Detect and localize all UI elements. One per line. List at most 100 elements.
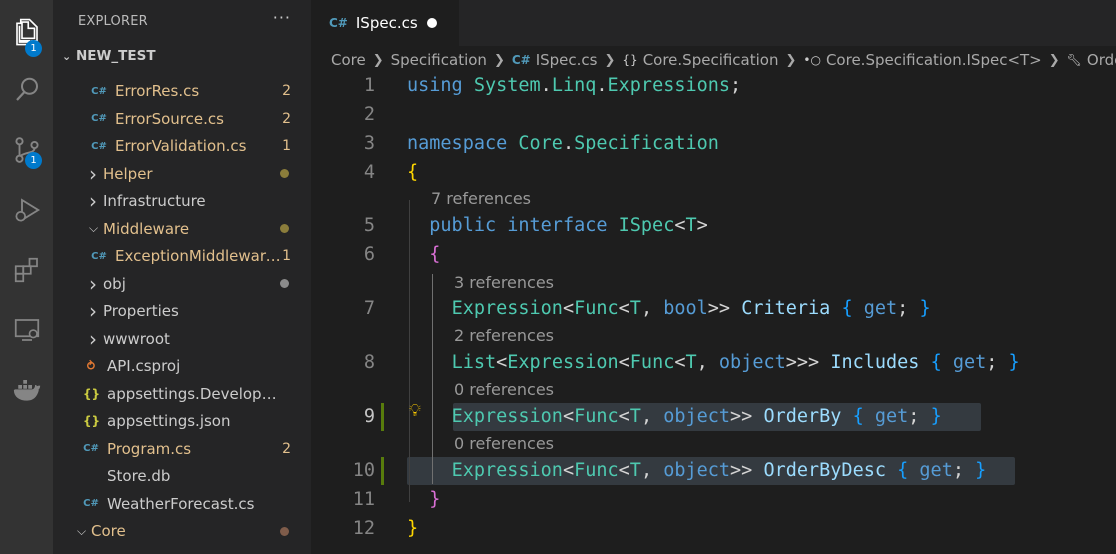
run-debug-icon[interactable] [0, 186, 53, 234]
line-number: 8 [363, 352, 375, 373]
modified-dot-icon [280, 526, 289, 536]
explorer-icon[interactable]: 1 [0, 8, 53, 57]
codelens-references[interactable]: 0 references [454, 380, 554, 399]
namespace-icon: {} [622, 53, 638, 67]
code-line-10: Expression<Func<T, object>> OrderByDesc … [451, 460, 987, 481]
remote-explorer-icon[interactable] [0, 306, 53, 354]
problem-count-badge: 2 [282, 440, 291, 457]
tree-item-label: obj [103, 274, 126, 293]
tree-folder[interactable]: › Infrastructure [53, 188, 311, 214]
code-line-6: { [429, 244, 441, 265]
tree-file[interactable]: {} appsettings.json [53, 408, 311, 434]
breadcrumb-item[interactable]: Specification [391, 51, 487, 69]
chevron-down-icon: ⌄ [62, 49, 72, 63]
sidebar-title: EXPLORER [78, 14, 148, 29]
line-number: 5 [363, 215, 375, 236]
scm-badge: 1 [25, 152, 42, 169]
tree-folder[interactable]: › obj [53, 271, 311, 297]
line-number: 6 [363, 244, 375, 265]
source-control-icon[interactable]: 1 [0, 126, 53, 174]
tree-item-label: API.csproj [107, 357, 181, 375]
tab-bar: C# ISpec.cs [311, 0, 1116, 46]
chevron-down-icon: ⌵ [77, 523, 87, 538]
code-line-3: namespace Core.Specification [407, 133, 719, 154]
problem-count-badge: 1 [282, 248, 291, 264]
search-icon[interactable] [0, 66, 53, 114]
breadcrumb-item[interactable]: Core [331, 51, 366, 69]
csharp-file-icon: C# [83, 498, 99, 509]
csharp-file-icon: C# [91, 250, 107, 262]
tree-item-label: Program.cs [107, 439, 192, 458]
modified-dot-icon [280, 279, 289, 288]
tree-file[interactable]: C# ExceptionMiddleware.cs 1 [53, 243, 311, 269]
problem-count-badge: 2 [282, 83, 291, 99]
tree-folder[interactable]: › wwwroot [53, 326, 311, 352]
line-number: 1 [363, 75, 375, 96]
gutter-change-marker [381, 403, 384, 431]
code-line-8: List<Expression<Func<T, object>>> Includ… [451, 352, 1020, 373]
line-number: 9 [363, 406, 375, 427]
tree-file[interactable]: C# ErrorRes.cs 2 [53, 78, 311, 104]
workspace-folder[interactable]: ⌄ NEW_TEST [62, 48, 156, 64]
tree-file[interactable]: C# WeatherForecast.cs [53, 491, 311, 517]
chevron-right-icon: › [89, 326, 97, 351]
codelens-references[interactable]: 7 references [431, 189, 531, 208]
csharp-file-icon: C# [91, 85, 107, 97]
chevron-right-icon: › [89, 161, 97, 186]
more-actions-button[interactable]: ··· [273, 8, 291, 27]
modified-dot-icon [280, 169, 289, 178]
codelens-references[interactable]: 3 references [454, 273, 554, 292]
codelens-references[interactable]: 0 references [454, 434, 554, 453]
tree-file[interactable]: ⥁ API.csproj [53, 353, 311, 379]
tree-item-label: appsettings.Development.json [107, 384, 283, 403]
code-line-4: { [407, 162, 419, 183]
line-number: 11 [352, 489, 375, 510]
chevron-right-icon: › [89, 271, 97, 296]
tree-item-label: Store.db [107, 467, 171, 485]
line-number: 3 [363, 133, 375, 154]
tree-item-label: ErrorValidation.cs [115, 137, 247, 155]
tree-file[interactable]: {} appsettings.Development.json [53, 381, 311, 407]
tree-item-label: appsettings.json [107, 412, 231, 430]
explorer-sidebar: EXPLORER ··· ⌄ NEW_TEST C# ErrorRes.cs 2 C#… [53, 0, 311, 554]
breadcrumb-item[interactable]: Core.Specification [643, 51, 779, 69]
tab-ispec[interactable]: C# ISpec.cs [311, 0, 459, 46]
rss-file-icon: ⥁ [85, 359, 97, 373]
extensions-icon[interactable] [0, 246, 53, 294]
tree-file[interactable]: Store.db [53, 463, 311, 489]
csharp-file-icon: C# [329, 16, 348, 30]
docker-icon[interactable] [0, 366, 53, 414]
tree-folder[interactable]: ⌵ Middleware [53, 216, 311, 242]
unsaved-dot-icon[interactable] [427, 18, 437, 28]
breadcrumb-item[interactable]: OrderBy [1087, 51, 1116, 69]
code-line-1: using System.Linq.Expressions; [407, 75, 742, 96]
tab-label: ISpec.cs [355, 14, 418, 32]
tree-folder[interactable]: › Helper [53, 161, 311, 187]
wrench-icon: 🔧︎ [1066, 53, 1082, 67]
chevron-right-icon: › [89, 299, 97, 323]
activity-bar: 1 1 [0, 0, 53, 554]
chevron-right-icon: › [89, 189, 97, 213]
json-file-icon: {} [83, 414, 101, 428]
codelens-references[interactable]: 2 references [454, 326, 554, 345]
tree-item-label: wwwroot [103, 329, 170, 348]
breadcrumb: Core ❯ Specification ❯ C# ISpec.cs ❯ {} Core.… [331, 48, 1116, 72]
breadcrumb-item[interactable]: ISpec.cs [536, 51, 598, 69]
tree-folder[interactable]: ⌵ Core [53, 518, 311, 544]
editor-area: C# ISpec.cs Core ❯ Specification ❯ C# ISpec… [311, 0, 1116, 554]
code-line-5: public interface ISpec<T> [429, 215, 708, 236]
workspace-folder-label: NEW_TEST [76, 48, 156, 64]
tree-folder[interactable]: › Properties [53, 298, 311, 324]
tree-file[interactable]: C# Program.cs 2 [53, 436, 311, 462]
csharp-file-icon: C# [91, 140, 107, 152]
tree-item-label: Properties [103, 302, 179, 320]
gutter-change-marker [381, 457, 384, 485]
breadcrumb-item[interactable]: Core.Specification.ISpec<T> [826, 51, 1042, 69]
problem-count-badge: 1 [282, 138, 291, 154]
tree-file[interactable]: C# ErrorValidation.cs 1 [53, 133, 311, 159]
code-editor[interactable]: 💡︎ 1 2 3 4 5 6 7 8 9 10 11 12 using Syst… [311, 73, 1116, 554]
csharp-file-icon: C# [91, 113, 107, 124]
tree-item-label: ErrorRes.cs [115, 82, 200, 100]
code-line-9: Expression<Func<T, object>> OrderBy { ge… [451, 406, 942, 427]
tree-file[interactable]: C# ErrorSource.cs 2 [53, 106, 311, 132]
